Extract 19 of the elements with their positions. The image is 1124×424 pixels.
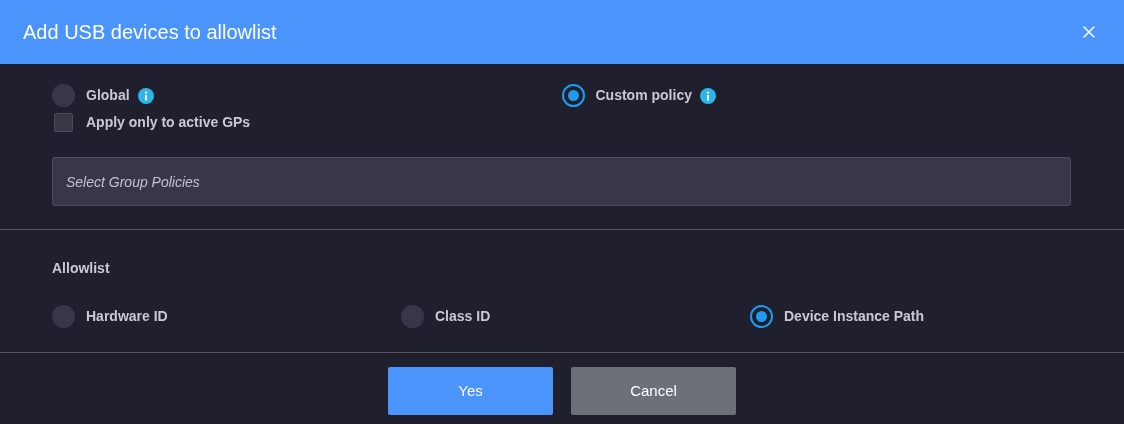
radio-label: Hardware ID <box>86 307 168 326</box>
group-policies-field[interactable]: Select Group Policies <box>52 157 1071 206</box>
radio-button[interactable] <box>750 305 773 328</box>
radio-label: Device Instance Path <box>784 307 925 326</box>
radio-button[interactable] <box>52 84 75 107</box>
radio-label: Class ID <box>435 307 491 326</box>
radio-label: Custom policy <box>595 86 692 105</box>
radio-button[interactable] <box>401 305 424 328</box>
radio-label: Global <box>86 86 130 105</box>
checkbox-label: Apply only to active GPs <box>86 113 251 132</box>
section-heading: Allowlist <box>52 259 110 278</box>
cancel-button[interactable]: Cancel <box>571 367 736 415</box>
dialog-title: Add USB devices to allowlist <box>23 20 277 45</box>
info-icon <box>137 87 154 104</box>
radio-button[interactable] <box>52 305 75 328</box>
info-icon <box>699 87 716 104</box>
checkbox[interactable] <box>54 113 73 132</box>
radio-button[interactable] <box>561 84 585 107</box>
confirm-button[interactable]: Yes <box>388 367 553 415</box>
